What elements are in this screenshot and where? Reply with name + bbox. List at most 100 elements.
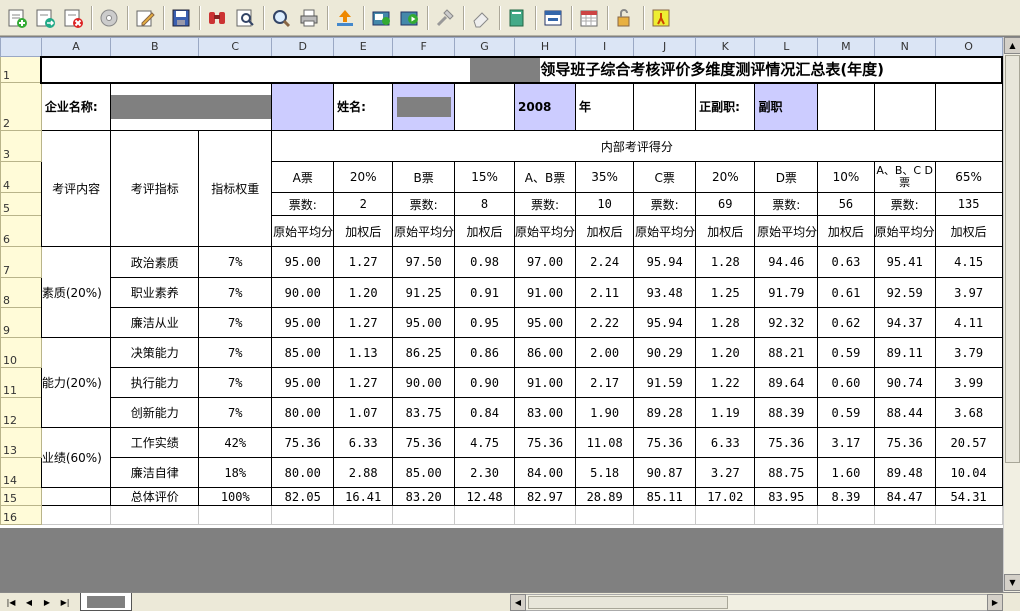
vertical-scrollbar[interactable]: ▲ ▼ [1003,37,1020,592]
score-cell[interactable]: 1.25 [695,277,756,308]
score-cell[interactable]: 0.90 [454,367,515,398]
indicator-weight-header[interactable]: 指标权重 [198,130,273,247]
weighted-label[interactable]: 加权后 [333,215,394,247]
total-score-cell[interactable]: 17.02 [695,487,756,506]
score-cell[interactable]: 91.59 [633,367,697,398]
row-header[interactable]: 13 [0,427,42,458]
raw-average-label[interactable]: 原始平均分 [754,215,819,247]
scroll-right-button[interactable]: ▶ [987,594,1003,611]
edit-button[interactable] [132,5,158,31]
indicator-name[interactable]: 政治素质 [110,246,200,278]
score-cell[interactable]: 0.95 [454,307,515,338]
column-header[interactable]: D [271,37,335,57]
category-label[interactable]: 能力(20%) [40,337,112,428]
vote-group-weight[interactable]: 20% [333,161,394,193]
score-cell[interactable]: 0.86 [454,337,515,368]
score-cell[interactable]: 2.88 [333,457,394,488]
internal-score-header[interactable]: 内部考评得分 [271,130,1003,162]
score-cell[interactable]: 95.94 [633,307,697,338]
cell[interactable] [454,505,515,525]
cell[interactable] [110,505,200,525]
score-cell[interactable]: 1.20 [695,337,756,368]
year-cell[interactable]: 2008 [513,82,577,131]
vote-group-weight[interactable]: 35% [575,161,635,193]
upload-button[interactable] [332,5,358,31]
score-cell[interactable]: 91.25 [392,277,456,308]
total-score-cell[interactable]: 28.89 [575,487,635,506]
score-cell[interactable]: 91.79 [754,277,819,308]
lock-button[interactable] [612,5,638,31]
column-header[interactable]: N [873,37,936,57]
zoom-button[interactable] [268,5,294,31]
column-header[interactable]: O [934,37,1003,57]
score-cell[interactable]: 89.48 [873,457,936,488]
vote-group-name[interactable]: D票 [754,161,819,193]
indicator-name[interactable]: 决策能力 [110,337,200,368]
column-header[interactable]: F [392,37,456,57]
calendar-button[interactable] [576,5,602,31]
vote-count[interactable]: 10 [575,192,635,216]
score-cell[interactable]: 11.08 [575,427,635,458]
total-score-cell[interactable]: 85.11 [633,487,697,506]
score-cell[interactable]: 91.00 [513,277,577,308]
sheet-tab[interactable] [80,593,132,611]
column-header[interactable]: E [333,37,394,57]
score-cell[interactable]: 80.00 [271,397,335,428]
score-cell[interactable]: 1.60 [817,457,875,488]
vote-group-weight[interactable]: 65% [934,161,1003,193]
score-cell[interactable]: 0.60 [817,367,875,398]
total-score-cell[interactable]: 16.41 [333,487,394,506]
score-cell[interactable]: 89.11 [873,337,936,368]
score-cell[interactable]: 2.30 [454,457,515,488]
indicator-weight[interactable]: 42% [198,427,273,458]
cell[interactable] [934,505,1003,525]
weighted-label[interactable]: 加权后 [934,215,1003,247]
total-weight[interactable]: 100% [198,487,273,506]
eval-content-header[interactable]: 考评内容 [40,130,112,247]
column-header[interactable]: G [454,37,515,57]
score-cell[interactable]: 93.48 [633,277,697,308]
category-label[interactable]: 素质(20%) [40,246,112,338]
score-cell[interactable]: 0.61 [817,277,875,308]
score-cell[interactable]: 94.37 [873,307,936,338]
eval-indicator-header[interactable]: 考评指标 [110,130,200,247]
indicator-weight[interactable]: 7% [198,307,273,338]
cell[interactable] [633,82,697,131]
total-score-cell[interactable]: 84.47 [873,487,936,506]
vote-group-name[interactable]: A、B、C D票 [873,161,936,193]
score-cell[interactable]: 3.27 [695,457,756,488]
score-cell[interactable]: 6.33 [695,427,756,458]
row-header[interactable]: 5 [0,192,42,216]
score-cell[interactable]: 0.63 [817,246,875,278]
horizontal-scroll-thumb[interactable] [528,596,728,609]
row-header[interactable]: 4 [0,161,42,193]
score-cell[interactable]: 2.11 [575,277,635,308]
score-cell[interactable]: 75.36 [513,427,577,458]
indicator-name[interactable]: 廉洁从业 [110,307,200,338]
score-cell[interactable]: 4.11 [934,307,1003,338]
score-cell[interactable]: 75.36 [754,427,819,458]
cell[interactable] [454,82,515,131]
score-cell[interactable]: 0.84 [454,397,515,428]
row-header[interactable]: 12 [0,397,42,428]
cell[interactable] [513,505,577,525]
raw-average-label[interactable]: 原始平均分 [633,215,697,247]
cell[interactable] [817,82,875,131]
score-cell[interactable]: 90.00 [271,277,335,308]
total-score-cell[interactable]: 8.39 [817,487,875,506]
scroll-down-button[interactable]: ▼ [1004,574,1020,591]
score-cell[interactable]: 80.00 [271,457,335,488]
score-cell[interactable]: 90.00 [392,367,456,398]
tools-button[interactable] [432,5,458,31]
score-cell[interactable]: 1.28 [695,246,756,278]
score-cell[interactable]: 2.17 [575,367,635,398]
cell[interactable] [40,505,112,525]
first-sheet-button[interactable]: |◀ [4,595,18,609]
score-cell[interactable]: 1.27 [333,307,394,338]
total-score-cell[interactable]: 82.05 [271,487,335,506]
column-header[interactable]: I [575,37,635,57]
score-cell[interactable]: 1.20 [333,277,394,308]
score-cell[interactable]: 0.98 [454,246,515,278]
raw-average-label[interactable]: 原始平均分 [513,215,577,247]
score-cell[interactable]: 10.04 [934,457,1003,488]
